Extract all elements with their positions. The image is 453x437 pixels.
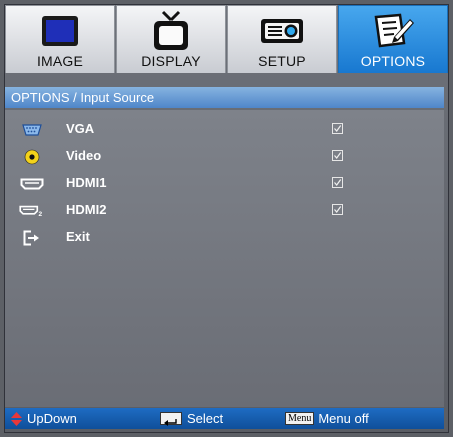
tab-options-label: OPTIONS xyxy=(360,53,426,69)
list-item-label: Exit xyxy=(66,229,90,244)
tab-image-label: IMAGE xyxy=(36,53,84,69)
list-item-exit[interactable]: Exit xyxy=(5,225,444,251)
help-bar: UpDown Select Menu Menu off xyxy=(5,408,444,429)
notepad-pencil-icon xyxy=(339,9,447,53)
hdmi2-checkbox[interactable] xyxy=(332,204,343,215)
select-hint: Select xyxy=(160,408,223,429)
updown-arrow-icon xyxy=(11,411,22,426)
updown-hint: UpDown xyxy=(11,408,77,429)
projector-icon xyxy=(228,9,336,53)
tab-display[interactable]: DISPLAY xyxy=(116,5,226,73)
list-item-hdmi1[interactable]: HDMI1 xyxy=(5,171,444,197)
video-checkbox[interactable] xyxy=(332,150,343,161)
enter-key-icon xyxy=(160,412,182,426)
menu-key-icon: Menu xyxy=(285,412,315,425)
updown-label: UpDown xyxy=(27,411,77,426)
hdmi-port-icon xyxy=(19,175,45,193)
exit-icon xyxy=(19,229,45,247)
list-item-label: Video xyxy=(66,148,102,163)
vga-port-icon xyxy=(19,121,45,139)
menu-off-hint: Menu Menu off xyxy=(285,408,369,429)
list-item-label: VGA xyxy=(66,121,95,136)
list-item-video[interactable]: Video xyxy=(5,144,444,170)
svg-text:2: 2 xyxy=(39,211,43,218)
list-item-label: HDMI1 xyxy=(66,175,107,190)
tab-options[interactable]: OPTIONS xyxy=(338,5,448,73)
menu-off-label: Menu off xyxy=(318,411,369,426)
hdmi1-checkbox[interactable] xyxy=(332,177,343,188)
hdmi-port-icon: 2 xyxy=(19,202,45,220)
input-source-panel: VGA Video HDMI1 2 HDMI2 Exit xyxy=(5,110,444,407)
video-rca-icon xyxy=(19,148,45,166)
tab-setup[interactable]: SETUP xyxy=(227,5,337,73)
vga-checkbox[interactable] xyxy=(332,123,343,134)
tab-display-label: DISPLAY xyxy=(141,53,201,69)
select-label: Select xyxy=(187,411,224,426)
page-title: OPTIONS / Input Source xyxy=(5,87,444,108)
list-item-vga[interactable]: VGA xyxy=(5,117,444,143)
tab-image[interactable]: IMAGE xyxy=(5,5,115,73)
list-item-hdmi2[interactable]: 2 HDMI2 xyxy=(5,198,444,224)
monitor-icon xyxy=(6,9,114,53)
menu-tabs: IMAGE DISPLAY SETUP OPTIONS xyxy=(5,5,448,73)
tab-setup-label: SETUP xyxy=(258,53,306,69)
tv-icon xyxy=(117,9,225,53)
list-item-label: HDMI2 xyxy=(66,202,107,217)
